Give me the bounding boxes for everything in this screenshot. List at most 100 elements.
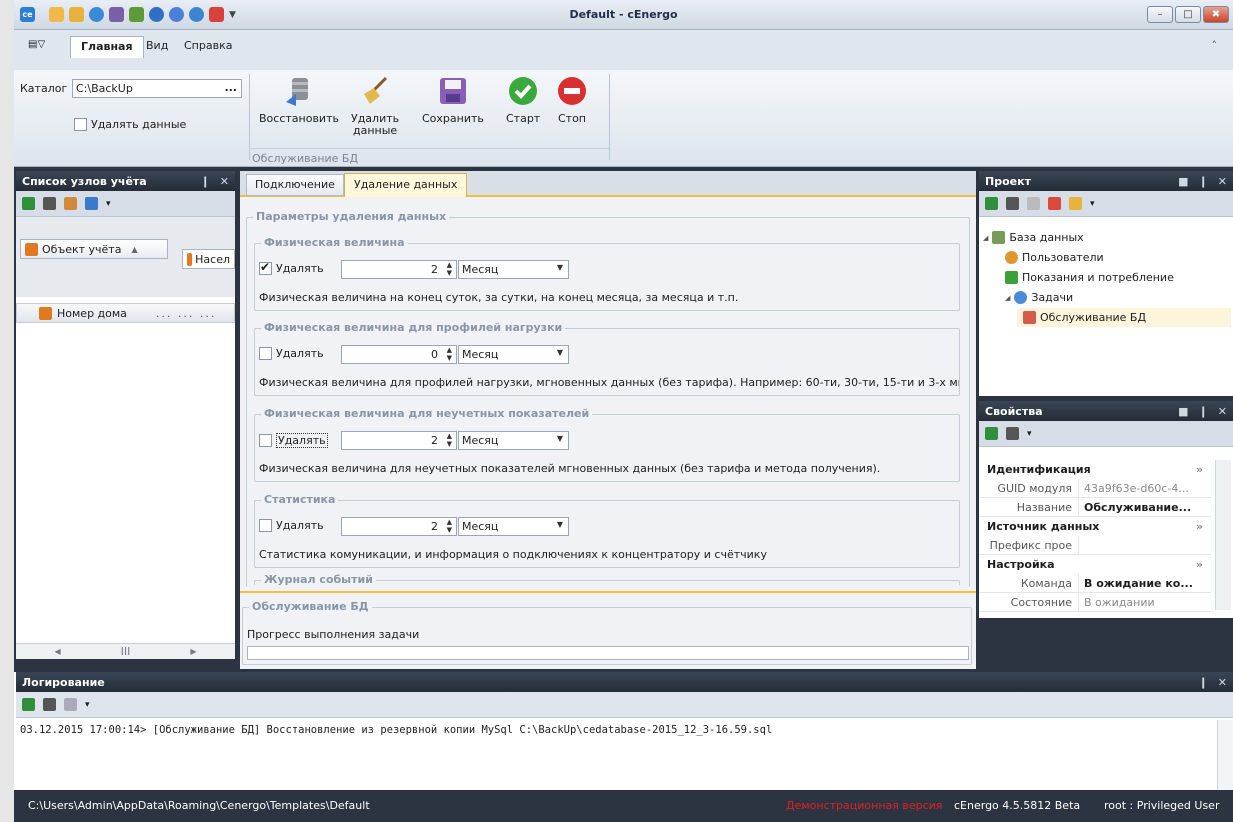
- delete-icon[interactable]: [1048, 197, 1061, 210]
- scroll-left-icon[interactable]: ◀: [54, 647, 60, 656]
- pin-icon[interactable]: ❙: [201, 175, 210, 188]
- column-more[interactable]: ... ... ...: [156, 307, 217, 320]
- tree-item-db-maintenance[interactable]: Обслуживание БД: [1017, 308, 1231, 327]
- period-count-spinner[interactable]: 0 ▲ ▼: [341, 345, 457, 364]
- period-unit-select[interactable]: Месяц ▼: [458, 431, 569, 450]
- pin-icon[interactable]: ❙: [1199, 676, 1208, 689]
- delete-data-button[interactable]: Удалить данные: [351, 74, 399, 137]
- add-icon[interactable]: [1027, 197, 1040, 210]
- category-identification[interactable]: Идентификация»: [979, 460, 1211, 479]
- tree-item-users[interactable]: Пользователи: [1005, 251, 1104, 264]
- copy-icon[interactable]: [64, 698, 77, 711]
- delete-data-checkbox[interactable]: [74, 118, 87, 131]
- tab-help[interactable]: Справка: [174, 36, 242, 58]
- print-icon[interactable]: [43, 197, 56, 210]
- period-unit-select[interactable]: Месяц ▼: [458, 517, 569, 536]
- close-button[interactable]: ✖: [1203, 6, 1229, 23]
- splitter[interactable]: [240, 591, 976, 593]
- excel-export-icon[interactable]: [22, 698, 35, 711]
- stop-button[interactable]: Стоп: [555, 74, 589, 125]
- title-bar: ce ▼ Default - cEnergo – □ ✖: [14, 0, 1233, 30]
- excel-export-icon[interactable]: [22, 197, 35, 210]
- tree-item-tasks[interactable]: ◢ Задачи: [1005, 291, 1073, 304]
- delete-checkbox-row[interactable]: Удалять: [259, 347, 324, 360]
- property-row[interactable]: Префикс прое: [979, 536, 1211, 555]
- tree-item-readings[interactable]: Показания и потребление: [1005, 271, 1174, 284]
- browse-button[interactable]: ...: [224, 81, 237, 94]
- period-count-spinner[interactable]: 2 ▲ ▼: [341, 517, 457, 536]
- toolbar-overflow-icon[interactable]: ▾: [1027, 429, 1032, 439]
- start-button[interactable]: Старт: [506, 74, 540, 125]
- log-scrollbar[interactable]: [1217, 720, 1233, 790]
- property-row[interactable]: Команда В ожидание ко...: [979, 574, 1211, 593]
- project-toolbar: ▾: [979, 191, 1233, 217]
- maximize-panel-icon[interactable]: ■: [1178, 175, 1188, 188]
- column-header-row: Номер дома ... ... ...: [16, 303, 235, 323]
- group-chip-settlement[interactable]: Насел: [182, 249, 235, 269]
- maintenance-group: Обслуживание БД Прогресс выполнения зада…: [242, 600, 972, 665]
- collapse-ribbon-icon[interactable]: ˄: [1202, 36, 1228, 58]
- column-house-number[interactable]: Номер дома: [57, 307, 127, 320]
- panel-close-icon[interactable]: ✕: [1218, 175, 1227, 188]
- expander-icon[interactable]: ◢: [983, 234, 988, 242]
- category-data-source[interactable]: Источник данных»: [979, 517, 1211, 536]
- maximize-panel-icon[interactable]: ■: [1178, 405, 1188, 418]
- save-button[interactable]: Сохранить: [422, 74, 484, 125]
- group-non-accounting: Физическая величина для неучетных показа…: [254, 407, 960, 482]
- property-row[interactable]: GUID модуля 43a9f63e-d60c-4...: [979, 479, 1211, 498]
- app-menu-button[interactable]: ▤▽: [18, 36, 55, 58]
- tab-data-deletion[interactable]: Удаление данных: [344, 173, 468, 197]
- scroll-right-icon[interactable]: ▶: [190, 647, 196, 656]
- excel-export-icon[interactable]: [985, 197, 998, 210]
- delete-checkbox[interactable]: [259, 434, 272, 447]
- panel-close-icon[interactable]: ✕: [1218, 405, 1227, 418]
- pin-icon[interactable]: ❙: [1199, 405, 1208, 418]
- group-load-profile: Физическая величина для профилей нагрузк…: [254, 321, 960, 396]
- delete-checkbox-row[interactable]: Удалять: [259, 260, 324, 275]
- restore-button[interactable]: Восстановить: [259, 74, 339, 125]
- pin-icon[interactable]: ❙: [1199, 175, 1208, 188]
- maximize-button[interactable]: □: [1175, 6, 1201, 23]
- period-unit-select[interactable]: Месяц ▼: [458, 345, 569, 364]
- tree-item-database[interactable]: ◢ База данных: [983, 231, 1084, 244]
- toolbar-overflow-icon[interactable]: ▾: [1090, 199, 1095, 209]
- tab-connection[interactable]: Подключение: [246, 174, 344, 196]
- expander-icon[interactable]: ◢: [1005, 294, 1010, 302]
- tab-home[interactable]: Главная: [70, 36, 144, 58]
- panel-close-icon[interactable]: ✕: [220, 175, 229, 188]
- property-row[interactable]: Состояние В ожидании: [979, 593, 1211, 612]
- ribbon: Каталог C:\BackUp ... Удалять данные Вос…: [14, 70, 1233, 167]
- project-header: Проект ■ ❙ ✕: [979, 171, 1233, 191]
- group-chip-object[interactable]: Объект учёта ▲: [20, 239, 168, 259]
- minimize-button[interactable]: –: [1147, 6, 1173, 23]
- vertical-scrollbar[interactable]: [1215, 460, 1231, 610]
- scroll-thumb[interactable]: III: [121, 645, 131, 658]
- database-maintenance-icon: [1023, 311, 1036, 324]
- clock-icon: [1014, 291, 1028, 304]
- grouping-icon[interactable]: [85, 197, 98, 210]
- catalog-input[interactable]: C:\BackUp ...: [72, 79, 242, 98]
- print-icon[interactable]: [43, 698, 56, 711]
- period-count-spinner[interactable]: 2 ▲ ▼: [341, 260, 457, 279]
- delete-checkbox[interactable]: [259, 347, 272, 360]
- horizontal-scrollbar[interactable]: ◀ III ▶: [16, 643, 235, 659]
- print-icon[interactable]: [1006, 427, 1019, 440]
- dropdown-arrow-icon: ▼: [556, 520, 563, 529]
- delete-checkbox-row[interactable]: Удалять: [259, 519, 324, 532]
- category-settings[interactable]: Настройка»: [979, 555, 1211, 574]
- print-icon[interactable]: [1006, 197, 1019, 210]
- tab-view[interactable]: Вид: [136, 36, 178, 58]
- delete-checkbox[interactable]: [259, 519, 272, 532]
- excel-export-icon[interactable]: [985, 427, 998, 440]
- property-row[interactable]: Название Обслуживание...: [979, 498, 1211, 517]
- delete-checkbox[interactable]: [259, 260, 272, 275]
- toolbar-overflow-icon[interactable]: ▾: [85, 700, 90, 710]
- period-count-spinner[interactable]: 2 ▲ ▼: [341, 431, 457, 450]
- edit-icon[interactable]: [1069, 197, 1082, 210]
- toolbar-overflow-icon[interactable]: ▾: [106, 199, 111, 209]
- settings-icon[interactable]: [64, 197, 77, 210]
- panel-close-icon[interactable]: ✕: [1218, 676, 1227, 689]
- period-unit-select[interactable]: Месяц ▼: [458, 260, 569, 279]
- delete-data-option[interactable]: Удалять данные: [74, 118, 186, 131]
- delete-checkbox-row[interactable]: Удалять: [259, 433, 328, 448]
